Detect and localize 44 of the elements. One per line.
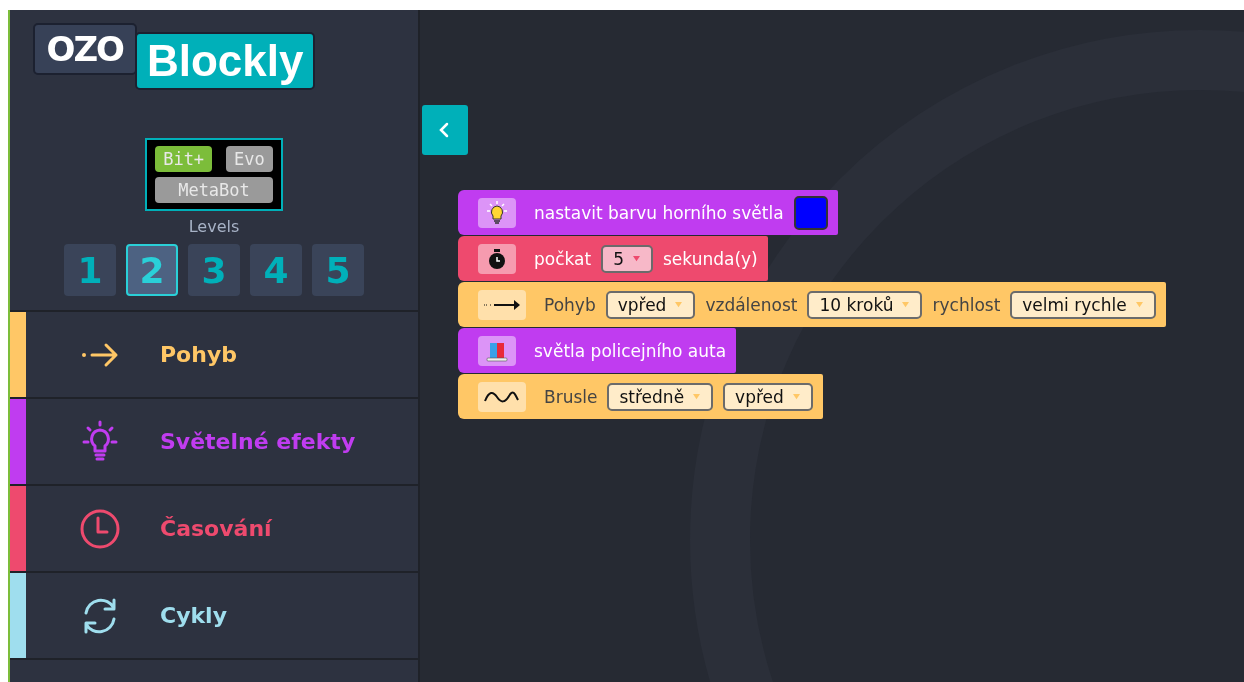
level-button[interactable]: 3 xyxy=(188,244,240,296)
category-item[interactable]: Cykly xyxy=(10,573,418,660)
dropdown-field[interactable]: 5 xyxy=(601,244,653,273)
category-item[interactable]: Světelné efekty xyxy=(10,399,418,484)
code-block[interactable]: Pohyb vpřed vzdálenost 10 kroků rychlost velmi rychle xyxy=(458,282,1166,327)
block-label: Pohyb xyxy=(544,294,596,315)
block-label: sekunda(y) xyxy=(663,248,758,269)
code-block[interactable]: nastavit barvu horního světla xyxy=(458,190,838,235)
dropdown-caret-icon xyxy=(632,255,641,262)
logo-ozo: OZO xyxy=(32,23,137,75)
category-label: Světelné efekty xyxy=(160,429,356,454)
dropdown-caret-icon xyxy=(901,301,911,308)
category-label: Časování xyxy=(160,516,272,541)
logo-blockly: Blockly xyxy=(134,32,316,90)
code-block[interactable]: počkat 5 sekunda(y) xyxy=(458,236,768,281)
color-swatch[interactable] xyxy=(793,195,828,230)
dropdown-caret-icon xyxy=(692,393,702,400)
code-block[interactable]: Brusle středně vpřed xyxy=(458,374,823,419)
block-label: světla policejního auta xyxy=(534,340,727,361)
level-button[interactable]: 2 xyxy=(126,244,178,296)
category-item[interactable]: Pohyb xyxy=(10,312,418,397)
dropdown-caret-icon xyxy=(791,393,801,400)
dropdown-field[interactable]: vpřed xyxy=(605,290,696,319)
dropdown-caret-icon xyxy=(1134,301,1144,308)
dropdown-caret-icon xyxy=(674,301,684,308)
dropdown-field[interactable]: 10 kroků xyxy=(807,290,923,319)
robot-button[interactable]: Evo xyxy=(226,146,273,172)
category-label: Pohyb xyxy=(160,342,237,367)
level-button[interactable]: 4 xyxy=(250,244,302,296)
category-label: Cykly xyxy=(160,603,227,628)
level-button[interactable]: 1 xyxy=(64,244,116,296)
dropdown-field[interactable]: středně xyxy=(607,382,714,411)
dropdown-field[interactable]: velmi rychle xyxy=(1010,290,1156,319)
levels-label: Levels xyxy=(188,217,240,236)
dropdown-field[interactable]: vpřed xyxy=(723,382,813,411)
block-label: nastavit barvu horního světla xyxy=(534,202,784,223)
robot-button[interactable]: MetaBot xyxy=(155,177,273,203)
block-label: rychlost xyxy=(932,294,1001,315)
block-label: počkat xyxy=(534,248,592,269)
code-block[interactable]: světla policejního auta xyxy=(458,328,737,373)
block-label: Brusle xyxy=(544,386,598,407)
block-label: vzdálenost xyxy=(705,294,798,315)
category-item[interactable]: Časování xyxy=(10,486,418,571)
level-button[interactable]: 5 xyxy=(312,244,364,296)
